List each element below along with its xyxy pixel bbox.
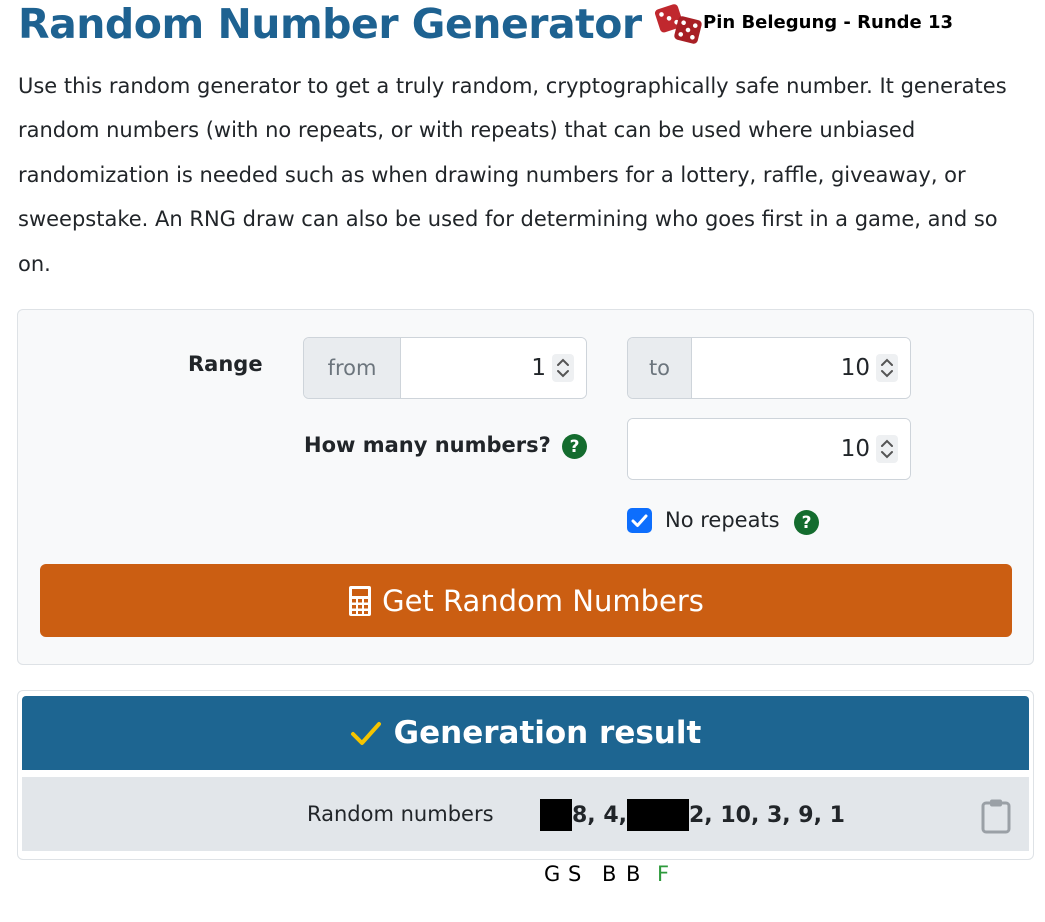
how-many-label: How many numbers? <box>304 433 551 457</box>
range-label: Range <box>188 352 263 376</box>
legend-letter-b: B <box>626 862 641 886</box>
how-many-spinner[interactable] <box>876 435 898 463</box>
spinner-icon <box>881 439 893 459</box>
from-addon: from <box>304 338 401 398</box>
to-addon: to <box>628 338 692 398</box>
to-input-group: to 10 <box>627 337 911 399</box>
dice-icon <box>654 4 702 44</box>
calculator-icon <box>349 585 372 616</box>
how-many-input[interactable]: 10 <box>628 419 910 479</box>
legend-letter-b: B <box>602 862 617 886</box>
how-many-input-group: 10 <box>627 418 911 480</box>
result-row <box>22 777 1029 851</box>
help-icon[interactable]: ? <box>794 510 819 535</box>
from-value: 1 <box>531 355 546 381</box>
page-title: Random Number Generator <box>18 0 642 48</box>
to-spinner[interactable] <box>876 354 898 382</box>
legend-letter-s: S <box>568 862 582 886</box>
spinner-icon <box>881 358 893 378</box>
legend-letter-g: G <box>544 862 561 886</box>
checkmark-icon <box>631 514 648 527</box>
result-header-title: Generation result <box>393 715 702 751</box>
result-header: Generation result <box>22 696 1029 770</box>
to-value: 10 <box>840 355 870 381</box>
from-spinner[interactable] <box>552 354 574 382</box>
intro-text: Use this random generator to get a truly… <box>18 74 1007 276</box>
legend-letter-f: F <box>657 862 670 886</box>
to-input[interactable]: 10 <box>692 338 910 398</box>
no-repeats-label[interactable]: No repeats <box>665 508 780 532</box>
check-icon <box>350 722 381 745</box>
spinner-icon <box>557 358 569 378</box>
clipboard-icon[interactable] <box>981 798 1011 834</box>
no-repeats-checkbox[interactable] <box>627 508 652 533</box>
overlay-label: Pin Belegung - Runde 13 <box>703 12 954 33</box>
title-row: Random Number Generator <box>18 0 704 54</box>
redaction-box <box>627 799 689 831</box>
result-value-part-1: 8, 4, <box>572 802 627 828</box>
get-random-numbers-label: Get Random Numbers <box>382 583 704 618</box>
get-random-numbers-button[interactable]: Get Random Numbers <box>40 564 1012 637</box>
result-values: 8, 4, 2, 10, 3, 9, 1 <box>540 799 845 831</box>
from-input-group: from 1 <box>303 337 587 399</box>
how-many-value: 10 <box>840 436 870 462</box>
result-label: Random numbers <box>307 802 494 826</box>
help-icon[interactable]: ? <box>562 434 587 459</box>
from-input[interactable]: 1 <box>401 338 586 398</box>
result-value-part-2: 2, 10, 3, 9, 1 <box>689 802 845 828</box>
redaction-box <box>540 799 572 831</box>
